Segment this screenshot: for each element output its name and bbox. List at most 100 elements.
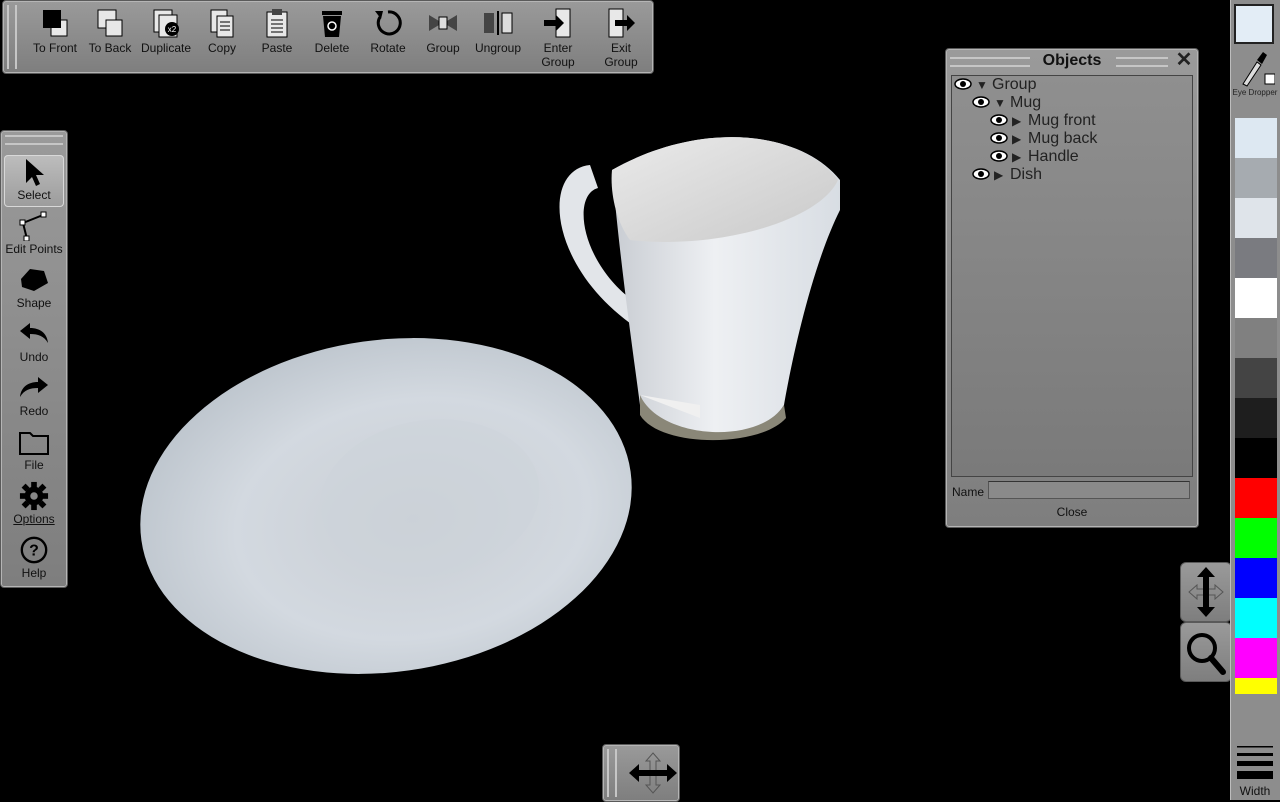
tree-item-label: Mug front	[1028, 112, 1096, 129]
color-swatch[interactable]	[1235, 318, 1277, 358]
objects-panel: Objects ✕ ▼ Group ▼ Mug ▶ Mug front ▶ Mug ba…	[945, 48, 1199, 528]
color-swatch[interactable]	[1235, 598, 1277, 638]
redo-icon	[20, 377, 48, 397]
shape-tool-button[interactable]: Shape	[4, 263, 64, 315]
select-tool-button[interactable]: Select	[4, 155, 64, 207]
undo-button[interactable]: Undo	[4, 317, 64, 369]
color-swatch[interactable]	[1235, 278, 1277, 318]
help-label: Help	[21, 566, 47, 580]
exit-group-button[interactable]: Exit Group	[593, 5, 649, 71]
color-swatch[interactable]	[1235, 238, 1277, 278]
exit-group-label-2: Group	[604, 55, 638, 69]
eye-icon[interactable]	[954, 78, 972, 90]
edit-points-icon	[19, 211, 47, 241]
dish-object[interactable]	[118, 307, 653, 705]
expanded-triangle-icon[interactable]: ▼	[976, 76, 988, 94]
collapsed-triangle-icon[interactable]: ▶	[1012, 112, 1024, 130]
expanded-triangle-icon[interactable]: ▼	[994, 94, 1006, 112]
eye-dropper-button[interactable]: Eye Dropper	[1232, 50, 1278, 100]
help-icon: ?	[20, 536, 48, 564]
current-color-swatch[interactable]	[1234, 4, 1274, 44]
eye-icon[interactable]	[990, 132, 1008, 144]
file-label: File	[24, 458, 44, 472]
duplicate-button[interactable]: x2 Duplicate	[138, 5, 194, 71]
duplicate-label: Duplicate	[140, 41, 192, 55]
eye-icon[interactable]	[972, 168, 990, 180]
tree-item-handle[interactable]: ▶ Handle	[990, 148, 1079, 166]
tree-item-mug-back[interactable]: ▶ Mug back	[990, 130, 1097, 148]
enter-group-button[interactable]: Enter Group	[530, 5, 586, 71]
paste-button[interactable]: Paste	[249, 5, 305, 71]
gear-icon	[19, 481, 49, 511]
objects-tree[interactable]: ▼ Group ▼ Mug ▶ Mug front ▶ Mug back ▶ Handle…	[951, 75, 1193, 477]
shape-tool-label: Shape	[16, 296, 52, 310]
line-width-icon	[1237, 746, 1273, 779]
file-button[interactable]: File	[4, 425, 64, 477]
to-front-button[interactable]: To Front	[27, 5, 83, 71]
to-front-label: To Front	[32, 41, 77, 55]
edit-points-tool-label: Edit Points	[5, 242, 63, 256]
color-swatch[interactable]	[1235, 638, 1277, 678]
toolbar-grip[interactable]	[7, 5, 17, 69]
options-button[interactable]: Options	[4, 479, 64, 531]
tree-item-dish[interactable]: ▶ Dish	[972, 166, 1042, 184]
paste-label: Paste	[261, 41, 293, 55]
options-label: Options	[13, 512, 55, 526]
color-swatch[interactable]	[1235, 398, 1277, 438]
redo-button[interactable]: Redo	[4, 371, 64, 423]
tree-item-group[interactable]: ▼ Group	[954, 76, 1036, 94]
eye-icon[interactable]	[990, 150, 1008, 162]
ungroup-label: Ungroup	[474, 41, 522, 55]
left-toolbar-grip[interactable]	[5, 135, 63, 145]
copy-label: Copy	[207, 41, 236, 55]
color-swatch[interactable]	[1235, 358, 1277, 398]
close-panel-button[interactable]: Close	[946, 505, 1198, 519]
group-icon	[429, 15, 457, 31]
collapsed-triangle-icon[interactable]: ▶	[994, 166, 1006, 184]
group-button[interactable]: Group	[415, 5, 471, 71]
paste-icon	[266, 9, 288, 38]
color-swatch[interactable]	[1235, 198, 1277, 238]
mug-object[interactable]	[559, 137, 840, 441]
color-swatch[interactable]	[1235, 158, 1277, 198]
exit-group-label-1: Exit	[610, 41, 631, 55]
collapsed-triangle-icon[interactable]: ▶	[1012, 130, 1024, 148]
edit-points-tool-button[interactable]: Edit Points	[4, 209, 64, 261]
help-button[interactable]: ? Help	[4, 533, 64, 585]
to-back-icon	[97, 9, 123, 37]
color-swatch[interactable]	[1235, 518, 1277, 558]
to-back-label: To Back	[88, 41, 132, 55]
tree-item-mug-front[interactable]: ▶ Mug front	[990, 112, 1096, 130]
color-swatch[interactable]	[1235, 438, 1277, 478]
zoom-button[interactable]	[1180, 622, 1232, 682]
top-toolbar: To Front To Back x2 Duplicate Copy Paste…	[2, 0, 654, 74]
color-swatch[interactable]	[1235, 558, 1277, 598]
color-swatch[interactable]	[1235, 478, 1277, 518]
close-icon[interactable]: ✕	[1174, 50, 1194, 70]
pan-vertical-button[interactable]	[1180, 562, 1232, 622]
to-front-icon	[43, 10, 68, 37]
width-button[interactable]: Width	[1232, 742, 1278, 800]
delete-button[interactable]: Delete	[304, 5, 360, 71]
color-swatch[interactable]	[1235, 118, 1277, 158]
redo-label: Redo	[19, 404, 49, 418]
eye-icon[interactable]	[972, 96, 990, 108]
pan-horizontal-icon	[629, 752, 677, 794]
exit-group-icon	[608, 8, 635, 38]
copy-button[interactable]: Copy	[194, 5, 250, 71]
undo-label: Undo	[19, 350, 49, 364]
svg-text:?: ?	[29, 543, 39, 560]
color-palette: Eye Dropper Width	[1230, 0, 1280, 800]
eye-icon[interactable]	[990, 114, 1008, 126]
color-swatch[interactable]	[1235, 678, 1277, 694]
collapsed-triangle-icon[interactable]: ▶	[1012, 148, 1024, 166]
group-label: Group	[426, 41, 460, 55]
tree-item-mug[interactable]: ▼ Mug	[972, 94, 1041, 112]
rotate-button[interactable]: Rotate	[360, 5, 416, 71]
name-label: Name	[952, 485, 985, 499]
undo-icon	[20, 323, 48, 343]
name-field[interactable]	[988, 481, 1190, 499]
ungroup-button[interactable]: Ungroup	[470, 5, 526, 71]
pan-horizontal-button[interactable]	[602, 744, 680, 802]
to-back-button[interactable]: To Back	[82, 5, 138, 71]
